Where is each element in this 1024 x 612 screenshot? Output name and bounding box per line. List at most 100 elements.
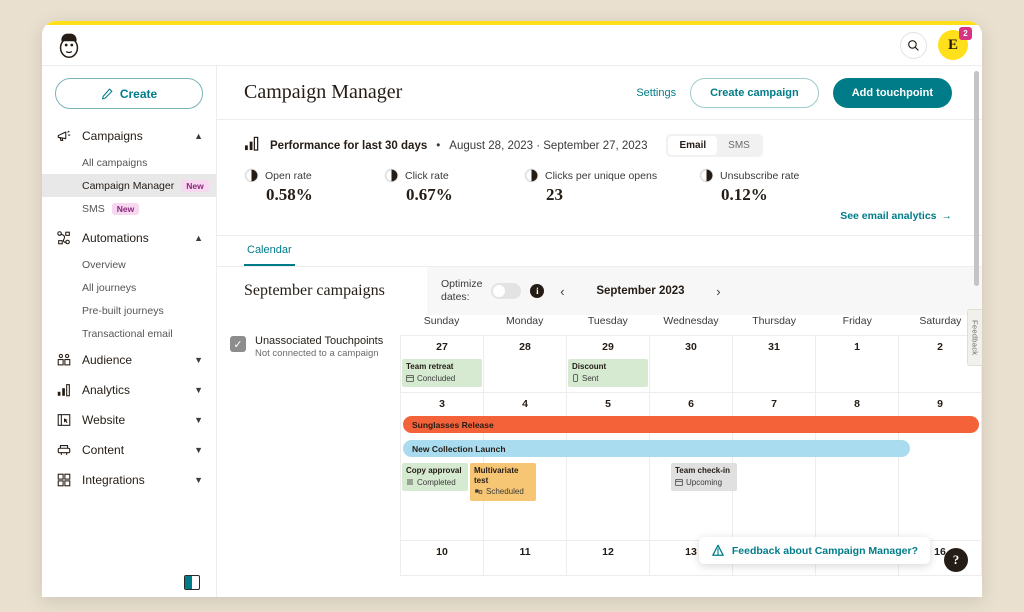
performance-title: Performance for last 30 days: [270, 139, 428, 152]
calendar-event-copy-approval[interactable]: Copy approval Completed: [402, 463, 468, 492]
chevron-down-icon: ▼: [194, 415, 203, 425]
sidebar-item-all-campaigns[interactable]: All campaigns: [42, 151, 216, 174]
day-name: Wednesday: [663, 315, 719, 327]
see-email-analytics-link[interactable]: See email analytics →: [244, 210, 952, 222]
page-header-actions: Settings Create campaign Add touchpoint: [636, 77, 952, 108]
calendar-day-cell[interactable]: 10: [400, 541, 484, 575]
channel-tab-email[interactable]: Email: [668, 136, 718, 155]
optimize-dates-toggle[interactable]: [491, 283, 522, 299]
collapse-panel-icon[interactable]: [184, 575, 200, 590]
analytics-icon: [55, 382, 72, 398]
arrow-right-icon: →: [941, 210, 953, 222]
sidebar-item-all-journeys[interactable]: All journeys: [42, 276, 216, 299]
avatar-wrapper: E 2: [938, 27, 972, 60]
brand-accent-strip: [42, 21, 982, 25]
chevron-down-icon: ▼: [194, 355, 203, 365]
sidebar-item-audience[interactable]: Audience ▼: [42, 345, 216, 375]
unassociated-text: Unassociated Touchpoints Not connected t…: [255, 335, 383, 359]
automations-icon: [55, 230, 72, 246]
sidebar-item-content[interactable]: Content ▼: [42, 435, 216, 465]
day-of-week-row: Sunday Monday Tuesday Wednesday Thursday…: [400, 315, 982, 335]
current-month-label: September 2023: [596, 285, 685, 297]
feedback-pill[interactable]: Feedback about Campaign Manager?: [698, 537, 930, 564]
sidebar-sub-label: SMS: [82, 202, 105, 215]
stat-clicks-per-unique-opens: Clicks per unique opens 23: [524, 168, 699, 205]
stat-label: Click rate: [405, 169, 449, 182]
sidebar-item-campaigns[interactable]: Campaigns ▲: [42, 121, 216, 151]
day-name: Sunday: [423, 315, 460, 327]
sidebar-item-label: Content: [82, 443, 125, 457]
sidebar-item-prebuilt-journeys[interactable]: Pre-built journeys: [42, 299, 216, 322]
sidebar-item-automations[interactable]: Automations ▲: [42, 223, 216, 253]
day-number: 7: [771, 398, 777, 410]
sidebar-sub-label: Pre-built journeys: [82, 304, 164, 317]
campaign-bar-new-collection-launch[interactable]: New Collection Launch: [403, 440, 910, 457]
settings-link[interactable]: Settings: [636, 87, 676, 99]
calendar-sidebar: ✓ Unassociated Touchpoints Not connected…: [217, 315, 400, 597]
calendar-day-cell[interactable]: 28: [484, 336, 567, 392]
performance-separator: •: [436, 139, 441, 152]
prev-month-button[interactable]: ‹: [553, 284, 571, 299]
sidebar-sub-label: Campaign Manager: [82, 179, 175, 192]
event-title: Copy approval: [406, 466, 462, 475]
feedback-side-tab[interactable]: Feedback: [967, 309, 982, 366]
create-campaign-button[interactable]: Create campaign: [690, 77, 819, 108]
sidebar-item-sms[interactable]: SMS New: [42, 197, 216, 220]
event-title: Team check-in: [675, 466, 730, 475]
calendar-day-cell[interactable]: 12: [567, 541, 650, 575]
add-touchpoint-button[interactable]: Add touchpoint: [832, 77, 952, 108]
event-title: Discount: [572, 362, 607, 371]
performance-date-range: August 28, 2023 · September 27, 2023: [449, 139, 648, 152]
sidebar-item-transactional-email[interactable]: Transactional email: [42, 322, 216, 345]
event-title: Team retreat: [406, 362, 454, 371]
calendar-day-cell[interactable]: 30: [650, 336, 733, 392]
calendar-event-team-retreat[interactable]: Team retreat Concluded: [402, 359, 482, 388]
tab-calendar[interactable]: Calendar: [244, 236, 295, 266]
unassociated-checkbox[interactable]: ✓: [230, 336, 246, 352]
info-icon[interactable]: i: [530, 284, 545, 298]
calendar-event-discount[interactable]: Discount Sent: [568, 359, 648, 388]
app-window: E 2 Create Campaigns ▲ All campaigns Cam…: [42, 21, 982, 597]
channel-tab-sms[interactable]: SMS: [717, 136, 761, 155]
create-button[interactable]: Create: [55, 78, 203, 109]
calendar-day-cell[interactable]: 31: [733, 336, 816, 392]
mailchimp-logo-icon[interactable]: [54, 30, 84, 60]
new-badge: New: [111, 202, 140, 215]
event-status-row: Completed: [406, 478, 464, 488]
help-button[interactable]: ?: [944, 548, 968, 572]
chevron-up-icon: ▲: [194, 131, 203, 141]
calendar-day-cell[interactable]: 27 Team retreat Concluded: [400, 336, 484, 392]
notification-badge[interactable]: 2: [959, 27, 972, 40]
search-icon[interactable]: [900, 31, 927, 59]
event-status-row: Scheduled: [474, 487, 532, 497]
chevron-down-icon: ▼: [194, 445, 203, 455]
sidebar-item-analytics[interactable]: Analytics ▼: [42, 375, 216, 405]
next-month-button[interactable]: ›: [709, 284, 727, 299]
calendar-day-cell[interactable]: 29 Discount Sent: [567, 336, 650, 392]
day-number: 31: [768, 341, 780, 353]
calendar-day-cell[interactable]: 1: [816, 336, 899, 392]
calendar-week-2: 3 4 5 6 7 8 9 Sunglasses Release New Col…: [400, 392, 982, 540]
pencil-icon: [101, 88, 113, 99]
sidebar-item-campaign-manager[interactable]: Campaign Manager New: [42, 174, 216, 197]
sidebar-item-overview[interactable]: Overview: [42, 253, 216, 276]
stat-label-row: Open rate: [244, 168, 384, 183]
campaign-bar-sunglasses-release[interactable]: Sunglasses Release: [403, 416, 979, 433]
calendar-event-team-check-in[interactable]: Team check-in Upcoming: [671, 463, 737, 492]
scrollbar-thumb[interactable]: [974, 71, 979, 286]
day-number: 30: [685, 341, 697, 353]
mobile-icon: [573, 374, 578, 383]
sidebar-item-integrations[interactable]: Integrations ▼: [42, 465, 216, 495]
event-status-row: Upcoming: [675, 478, 733, 488]
calendar-day-cell[interactable]: 11: [484, 541, 567, 575]
unassociated-subtitle: Not connected to a campaign: [255, 348, 379, 359]
stat-label-row: Clicks per unique opens: [524, 168, 699, 183]
sidebar-item-website[interactable]: Website ▼: [42, 405, 216, 435]
page-header: Campaign Manager Settings Create campaig…: [217, 66, 982, 120]
calendar-event-multivariate-test[interactable]: Multivariate test Scheduled: [470, 463, 536, 501]
unassociated-touchpoints-row[interactable]: ✓ Unassociated Touchpoints Not connected…: [230, 335, 400, 359]
feedback-icon: [712, 544, 724, 556]
gauge-icon: [244, 168, 259, 183]
event-title: Multivariate test: [474, 466, 519, 485]
calendar-week-1: 27 Team retreat Concluded 28 29 Discount…: [400, 335, 982, 392]
